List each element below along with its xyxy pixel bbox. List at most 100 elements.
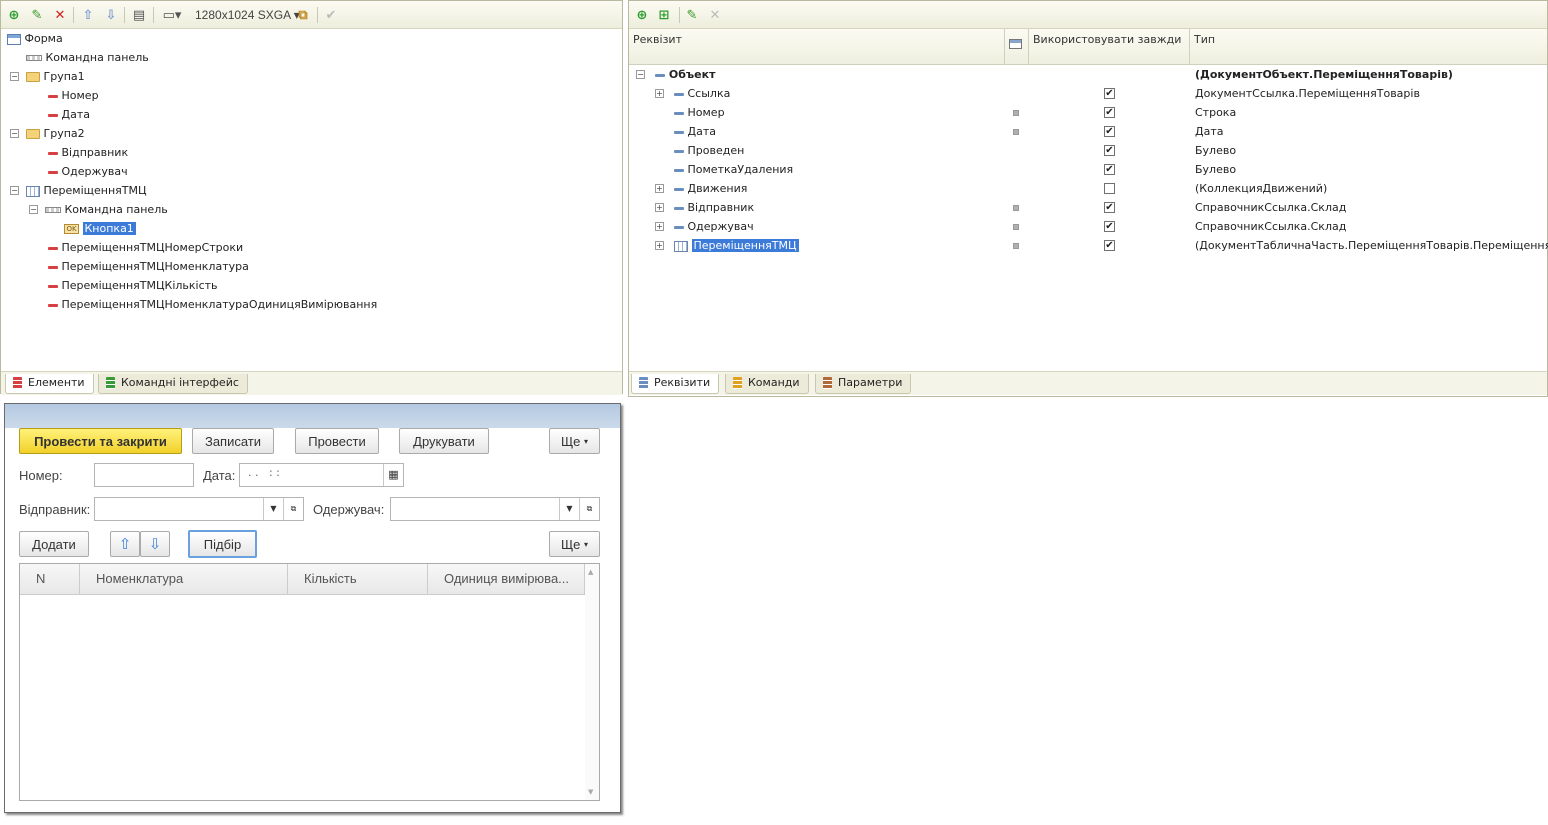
more-actions-button[interactable]: Ще ▾ xyxy=(549,428,600,454)
scroll-down-icon[interactable]: ▼ xyxy=(588,788,593,796)
tree-item-line-number[interactable]: ПереміщенняТМЦНомерСтроки xyxy=(48,238,243,257)
tree-item-group1[interactable]: Група1 xyxy=(26,67,85,86)
view-marker[interactable] xyxy=(1013,224,1019,230)
expand-icon[interactable]: + xyxy=(655,203,664,212)
collapse-icon[interactable]: − xyxy=(636,70,645,79)
add-attribute-icon[interactable]: ⊕ xyxy=(633,6,651,24)
add-table-attribute-icon[interactable]: ⊞ xyxy=(655,6,673,24)
always-use-checkbox[interactable] xyxy=(1104,183,1115,194)
expand-icon[interactable]: + xyxy=(655,222,664,231)
edit-icon[interactable]: ✎ xyxy=(683,6,701,24)
calendar-icon[interactable]: ▦ xyxy=(383,464,403,486)
delete-icon[interactable]: ✕ xyxy=(51,6,69,24)
tree-item-number[interactable]: Номер xyxy=(48,86,99,105)
tab-attributes[interactable]: Реквізити xyxy=(631,374,720,394)
preview-icon[interactable]: ▤ xyxy=(130,6,148,24)
column-header-type[interactable]: Тип xyxy=(1190,29,1547,65)
tab-elements[interactable]: Елементи xyxy=(5,374,94,394)
attr-row-deletion-mark[interactable]: ПометкаУдаления xyxy=(674,160,793,179)
column-header-view-icon[interactable] xyxy=(1005,29,1028,65)
column-header-attribute[interactable]: Реквізит xyxy=(629,29,1004,65)
post-and-close-button[interactable]: Провести та закрити xyxy=(19,428,182,454)
tab-commands[interactable]: Команди xyxy=(725,374,809,394)
always-use-checkbox[interactable]: ✔ xyxy=(1104,202,1115,213)
attr-row-link[interactable]: Ссылка xyxy=(674,84,730,103)
layout-menu-icon[interactable]: ▭▾ xyxy=(158,6,186,24)
always-use-checkbox[interactable]: ✔ xyxy=(1104,107,1115,118)
always-use-checkbox[interactable]: ✔ xyxy=(1104,145,1115,156)
always-use-checkbox[interactable]: ✔ xyxy=(1104,88,1115,99)
column-header-quantity[interactable]: Кількість xyxy=(288,564,428,595)
add-icon[interactable]: ⊕ xyxy=(5,6,23,24)
resolution-selector[interactable]: 1280x1024 SXGA ▾ xyxy=(195,8,300,22)
expand-icon[interactable]: + xyxy=(655,241,664,250)
check-icon[interactable]: ✔ xyxy=(322,6,340,24)
always-use-checkbox[interactable]: ✔ xyxy=(1104,164,1115,175)
column-header-nomenclature[interactable]: Номенклатура xyxy=(80,564,288,595)
tree-item-form[interactable]: Форма xyxy=(7,29,63,48)
pick-button[interactable]: Підбір xyxy=(188,530,257,558)
move-up-button[interactable]: ⇧ xyxy=(110,531,140,557)
open-icon[interactable]: ⧉ xyxy=(283,498,303,520)
tree-item-table-command-bar[interactable]: Командна панель xyxy=(45,200,168,219)
always-use-checkbox[interactable]: ✔ xyxy=(1104,221,1115,232)
view-marker[interactable] xyxy=(1013,205,1019,211)
tab-parameters[interactable]: Параметри xyxy=(815,374,912,394)
date-field[interactable]: . . : : ▦ xyxy=(239,463,404,487)
save-button[interactable]: Записати xyxy=(192,428,274,454)
column-header-unit[interactable]: Одиниця вимірюва... xyxy=(428,564,585,595)
copy-layout-icon[interactable]: ⧉ xyxy=(294,6,312,24)
always-use-checkbox[interactable]: ✔ xyxy=(1104,240,1115,251)
tree-item-unit[interactable]: ПереміщенняТМЦНоменклатураОдиницяВимірюв… xyxy=(48,295,377,314)
move-down-icon[interactable]: ⇩ xyxy=(102,6,120,24)
tree-item-nomenclature[interactable]: ПереміщенняТМЦНоменклатура xyxy=(48,257,249,276)
open-icon[interactable]: ⧉ xyxy=(579,498,599,520)
tree-item-sender[interactable]: Відправник xyxy=(48,143,128,162)
sender-field[interactable]: ▼ ⧉ xyxy=(94,497,304,521)
collapse-icon[interactable]: − xyxy=(10,72,19,81)
view-marker[interactable] xyxy=(1013,129,1019,135)
tree-item-date[interactable]: Дата xyxy=(48,105,90,124)
attr-row-movements[interactable]: Движения xyxy=(674,179,747,198)
vertical-scrollbar[interactable]: ▲ ▼ xyxy=(585,564,599,800)
edit-icon[interactable]: ✎ xyxy=(28,6,46,24)
tree-item-group2[interactable]: Група2 xyxy=(26,124,85,143)
add-row-button[interactable]: Додати xyxy=(19,531,89,557)
tree-item-command-bar[interactable]: Командна панель xyxy=(26,48,149,67)
delete-icon[interactable]: ✕ xyxy=(706,6,724,24)
move-down-button[interactable]: ⇩ xyxy=(140,531,170,557)
post-button[interactable]: Провести xyxy=(295,428,379,454)
attr-row-object[interactable]: Объект xyxy=(655,65,715,84)
attr-row-movement-table[interactable]: ПереміщенняТМЦ xyxy=(674,236,799,255)
receiver-field[interactable]: ▼ ⧉ xyxy=(390,497,600,521)
view-marker[interactable] xyxy=(1013,243,1019,249)
scroll-up-icon[interactable]: ▲ xyxy=(588,568,593,576)
attr-row-number[interactable]: Номер xyxy=(674,103,725,122)
tree-item-quantity[interactable]: ПереміщенняТМЦКількість xyxy=(48,276,218,295)
more-table-actions-button[interactable]: Ще ▾ xyxy=(549,531,600,557)
always-use-checkbox[interactable]: ✔ xyxy=(1104,126,1115,137)
expand-icon[interactable]: + xyxy=(655,89,664,98)
tree-item-movement-table[interactable]: ПереміщенняТМЦ xyxy=(26,181,147,200)
tab-command-interface[interactable]: Командні інтерфейс xyxy=(98,374,248,394)
items-table[interactable]: N Номенклатура Кількість Одиниця вимірюв… xyxy=(19,563,600,801)
attr-row-posted[interactable]: Проведен xyxy=(674,141,744,160)
column-header-always-use[interactable]: Використовувати завжди xyxy=(1029,29,1189,65)
attr-row-date[interactable]: Дата xyxy=(674,122,716,141)
collapse-icon[interactable]: − xyxy=(10,129,19,138)
number-field[interactable] xyxy=(94,463,194,487)
print-button[interactable]: Друкувати xyxy=(399,428,489,454)
tree-item-button1[interactable]: OK Кнопка1 xyxy=(64,219,136,238)
date-mask: . . : : xyxy=(248,466,280,479)
expand-icon[interactable]: + xyxy=(655,184,664,193)
attr-row-sender[interactable]: Відправник xyxy=(674,198,754,217)
collapse-icon[interactable]: − xyxy=(10,186,19,195)
tree-item-receiver[interactable]: Одержувач xyxy=(48,162,128,181)
chevron-down-icon[interactable]: ▼ xyxy=(559,498,579,520)
collapse-icon[interactable]: − xyxy=(29,205,38,214)
view-marker[interactable] xyxy=(1013,110,1019,116)
move-up-icon[interactable]: ⇧ xyxy=(79,6,97,24)
attr-row-receiver[interactable]: Одержувач xyxy=(674,217,754,236)
chevron-down-icon[interactable]: ▼ xyxy=(263,498,283,520)
column-header-n[interactable]: N xyxy=(20,564,80,595)
